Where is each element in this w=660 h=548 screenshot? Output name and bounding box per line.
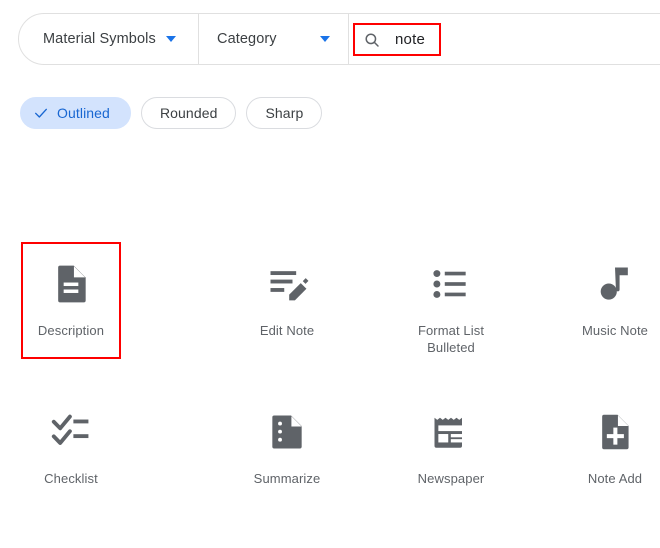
chevron-down-icon (320, 36, 330, 42)
search-field-region[interactable]: note (349, 14, 660, 64)
icon-tile-label: Summarize (253, 471, 321, 486)
description-icon (49, 246, 93, 322)
category-dropdown[interactable]: Category (199, 14, 349, 64)
chip-sharp[interactable]: Sharp (246, 97, 323, 129)
chevron-down-icon (165, 36, 176, 42)
check-icon (35, 108, 47, 118)
icon-tile-checklist[interactable]: Checklist (21, 394, 121, 542)
chip-outlined[interactable]: Outlined (20, 97, 131, 129)
icon-tile-label: Music Note (581, 323, 649, 338)
checklist-icon (49, 394, 93, 470)
style-chip-group: Outlined Rounded Sharp (20, 97, 323, 129)
icon-tile-label: Newspaper (417, 471, 485, 486)
font-family-dropdown-label: Material Symbols (43, 31, 156, 47)
summarize-icon (265, 394, 309, 470)
search-input[interactable]: note (395, 31, 425, 48)
icon-tile-music-note[interactable]: Music Note (565, 246, 660, 394)
icon-tile-format-list-bulleted[interactable]: Format List Bulleted (401, 246, 501, 394)
search-filter-bar: Material Symbols Category note (18, 13, 660, 65)
chip-sharp-label: Sharp (265, 105, 304, 121)
edit-note-icon (265, 246, 309, 322)
icon-tile-edit-note[interactable]: Edit Note (237, 246, 337, 394)
search-term-highlight: note (353, 23, 441, 56)
icon-tile-summarize[interactable]: Summarize (237, 394, 337, 542)
chip-outlined-label: Outlined (57, 105, 110, 121)
music-note-icon (593, 246, 637, 322)
note-add-icon (593, 394, 637, 470)
icon-results-grid: Description Edit Note Format List Bullet… (0, 242, 660, 542)
icon-tile-note-add[interactable]: Note Add (565, 394, 660, 542)
search-icon (365, 32, 379, 47)
newspaper-icon (429, 394, 473, 470)
icon-tile-label: Edit Note (259, 323, 315, 338)
category-dropdown-label: Category (217, 31, 277, 47)
format-list-bulleted-icon (429, 246, 473, 322)
icon-tile-label: Note Add (587, 471, 643, 486)
icon-tile-label: Format List Bulleted (417, 323, 485, 355)
icon-tile-newspaper[interactable]: Newspaper (401, 394, 501, 542)
icon-tile-description[interactable]: Description (21, 242, 121, 394)
icon-tile-label: Checklist (44, 471, 98, 486)
chip-rounded-label: Rounded (159, 105, 218, 121)
font-family-dropdown[interactable]: Material Symbols (19, 14, 199, 64)
chip-rounded[interactable]: Rounded (140, 97, 237, 129)
icon-tile-label: Description (37, 323, 105, 338)
